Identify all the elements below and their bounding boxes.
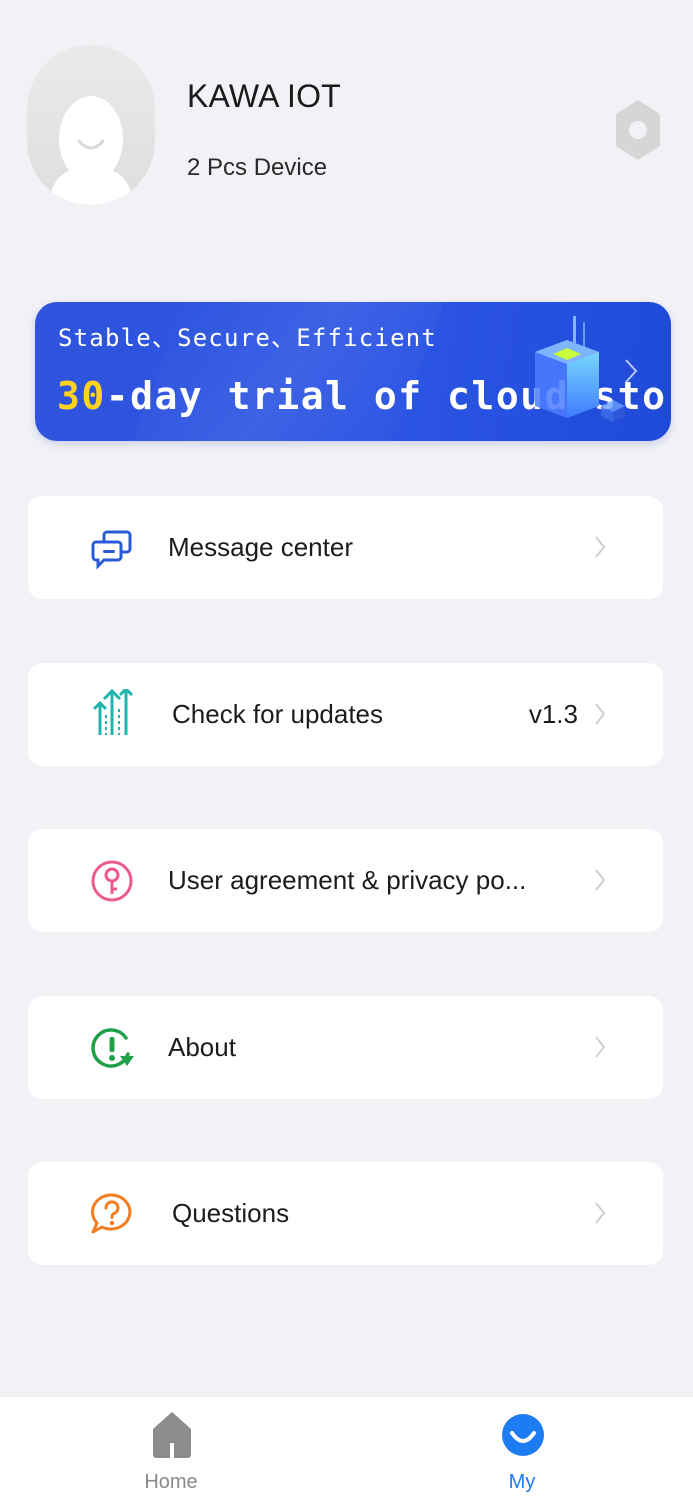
chevron-right-icon — [595, 536, 606, 558]
menu-item-label: Message center — [168, 532, 353, 562]
my-profile-icon — [502, 1414, 544, 1456]
menu-item-questions[interactable]: Questions — [28, 1162, 663, 1265]
chevron-right-icon — [595, 869, 606, 891]
banner-highlight: 30 — [57, 374, 106, 418]
about-info-icon — [91, 1028, 134, 1068]
update-arrows-icon — [92, 689, 134, 735]
settings-hexagon-icon[interactable] — [614, 98, 662, 162]
home-icon — [153, 1412, 191, 1458]
menu-item-label: About — [168, 1032, 236, 1062]
avatar[interactable] — [27, 45, 155, 205]
version-value: v1.3 — [528, 699, 578, 729]
tab-my[interactable]: My — [462, 1397, 582, 1501]
cloud-storage-banner[interactable]: Stable、Secure、Efficient 30-day trial of … — [35, 302, 671, 441]
key-icon — [91, 860, 133, 902]
tab-home[interactable]: Home — [111, 1397, 231, 1501]
chevron-right-icon — [595, 1202, 606, 1224]
menu-item-user-agreement[interactable]: User agreement & privacy po... — [28, 829, 663, 932]
bottom-tab-bar: Home My — [0, 1396, 693, 1501]
menu-item-label: Check for updates — [172, 699, 384, 729]
banner-subtitle: Stable、Secure、Efficient — [58, 324, 438, 352]
question-icon — [90, 1193, 132, 1234]
profile-header: KAWA IOT 2 Pcs Device — [0, 0, 693, 260]
tab-label: My — [508, 1471, 536, 1493]
default-avatar-icon — [49, 96, 133, 205]
menu-item-check-updates[interactable]: Check for updates v1.3 — [28, 663, 663, 766]
banner-chevron-right-icon — [625, 359, 638, 383]
menu-item-label: Questions — [172, 1198, 290, 1228]
device-count: 2 Pcs Device — [187, 154, 328, 181]
chevron-right-icon — [595, 1036, 606, 1058]
menu-item-message-center[interactable]: Message center — [28, 496, 663, 599]
user-name: KAWA IOT — [187, 78, 341, 114]
menu-item-about[interactable]: About — [28, 996, 663, 1099]
chevron-right-icon — [595, 703, 606, 725]
message-icon — [91, 530, 132, 570]
menu-item-label: User agreement & privacy po... — [168, 865, 527, 895]
tab-label: Home — [144, 1471, 198, 1493]
